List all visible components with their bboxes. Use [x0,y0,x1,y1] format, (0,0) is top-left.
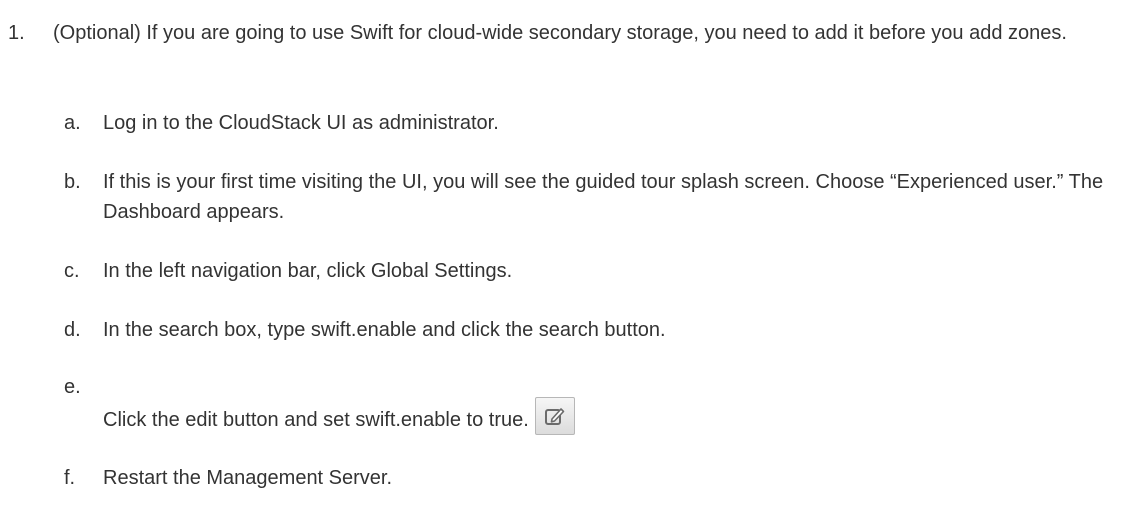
substep-label: d. [64,319,81,341]
edit-icon [534,397,575,435]
substep-text: Restart the Management Server. [103,467,393,489]
substep-label: b. [64,171,81,193]
substep-text: Click the edit button and set swift.enab… [103,409,529,431]
edit-icon-glyph [544,408,565,425]
step-number: 1. [8,22,25,44]
substep-label: a. [64,112,81,134]
substep-text: If this is your first time visiting the … [103,171,1104,223]
substep-text: In the left navigation bar, click Global… [103,260,513,282]
substep-label: f. [64,467,76,489]
substep-label: e. [64,376,81,398]
substep-text: Log in to the CloudStack UI as administr… [103,112,499,134]
step-text: (Optional) If you are going to use Swift… [53,22,1067,44]
document-page: 1. (Optional) If you are going to use Sw… [0,0,1148,506]
substep-text: In the search box, type swift.enable and… [103,319,666,341]
substep-e-body: Click the edit button and set swift.enab… [103,397,1143,435]
substep-label: c. [64,260,80,282]
